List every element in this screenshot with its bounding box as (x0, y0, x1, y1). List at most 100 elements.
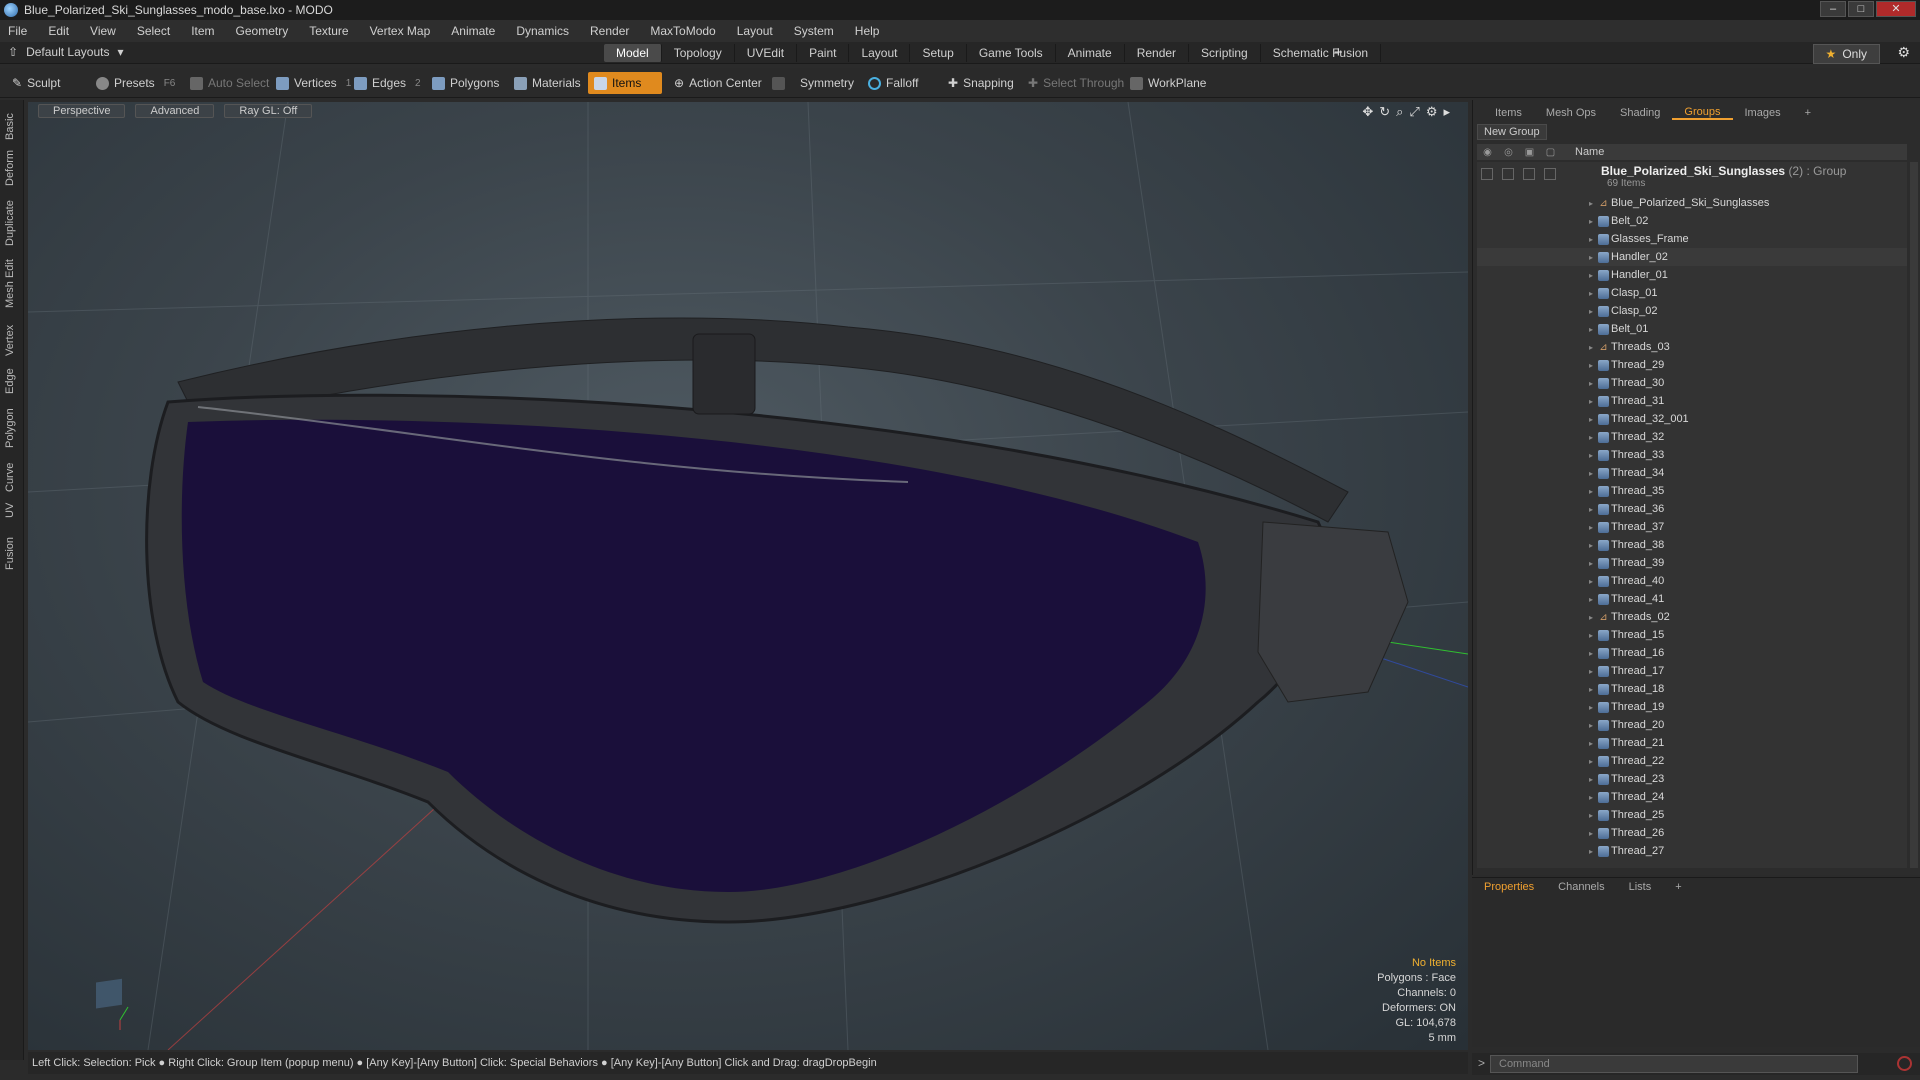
expand-arrow-icon[interactable]: ▸ (1589, 559, 1593, 568)
lock-column-icon[interactable]: ▣ (1519, 147, 1540, 158)
menu-layout[interactable]: Layout (737, 24, 773, 38)
auto-select-button[interactable]: Auto Select (184, 72, 275, 94)
list-item[interactable]: ▸ ⊿ Threads_03 (1477, 338, 1907, 356)
list-item[interactable]: ▸ Thread_23 (1477, 770, 1907, 788)
new-group-button[interactable]: New Group (1477, 124, 1547, 140)
falloff-button[interactable]: Falloff (862, 72, 924, 94)
list-item[interactable]: ▸ Thread_22 (1477, 752, 1907, 770)
left-tab-polygon[interactable]: Polygon (4, 408, 16, 448)
menu-edit[interactable]: Edit (48, 24, 69, 38)
list-item[interactable]: ▸ Thread_33 (1477, 446, 1907, 464)
tab-uvedit[interactable]: UVEdit (735, 44, 798, 62)
maximize-button[interactable]: □ (1848, 1, 1874, 17)
expand-arrow-icon[interactable]: ▸ (1589, 307, 1593, 316)
expand-arrow-icon[interactable]: ▸ (1589, 811, 1593, 820)
minimize-button[interactable]: – (1820, 1, 1846, 17)
expand-arrow-icon[interactable]: ▸ (1589, 235, 1593, 244)
add-properties-tab-icon[interactable]: + (1675, 881, 1681, 893)
expand-arrow-icon[interactable]: ▸ (1589, 775, 1593, 784)
menu-render[interactable]: Render (590, 24, 629, 38)
render-column-icon[interactable]: ◎ (1498, 147, 1519, 158)
expand-arrow-icon[interactable]: ▸ (1589, 703, 1593, 712)
list-item[interactable]: ▸ Thread_38 (1477, 536, 1907, 554)
menu-select[interactable]: Select (137, 24, 170, 38)
expand-arrow-icon[interactable]: ▸ (1589, 757, 1593, 766)
only-button[interactable]: ★ Only (1812, 44, 1880, 64)
menu-system[interactable]: System (794, 24, 834, 38)
menu-help[interactable]: Help (855, 24, 880, 38)
list-item[interactable]: ▸ Thread_24 (1477, 788, 1907, 806)
shading-dropdown[interactable]: Advanced (135, 104, 215, 118)
expand-arrow-icon[interactable]: ▸ (1589, 199, 1593, 208)
list-item[interactable]: ▸ Thread_41 (1477, 590, 1907, 608)
list-item[interactable]: ▸ Thread_35 (1477, 482, 1907, 500)
expand-arrow-icon[interactable]: ▸ (1589, 523, 1593, 532)
expand-arrow-icon[interactable]: ▸ (1589, 829, 1593, 838)
group-header-row[interactable]: Blue_Polarized_Ski_Sunglasses (2) : Grou… (1477, 162, 1907, 192)
list-scrollbar[interactable] (1910, 162, 1918, 868)
group-lock-toggle[interactable] (1523, 168, 1535, 180)
list-item[interactable]: ▸ Glasses_Frame (1477, 230, 1907, 248)
expand-arrow-icon[interactable]: ▸ (1589, 253, 1593, 262)
expand-arrow-icon[interactable]: ▸ (1589, 361, 1593, 370)
items-button[interactable]: Items (588, 72, 662, 94)
expand-arrow-icon[interactable]: ▸ (1589, 847, 1593, 856)
materials-button[interactable]: Materials (508, 72, 587, 94)
menu-dynamics[interactable]: Dynamics (516, 24, 569, 38)
expand-arrow-icon[interactable]: ▸ (1589, 397, 1593, 406)
list-item[interactable]: ▸ Clasp_01 (1477, 284, 1907, 302)
list-item[interactable]: ▸ Belt_01 (1477, 320, 1907, 338)
list-item[interactable]: ▸ Thread_16 (1477, 644, 1907, 662)
left-tab-fusion[interactable]: Fusion (4, 537, 16, 570)
gear-icon[interactable]: ⚙ (1897, 44, 1910, 61)
left-tab-curve[interactable]: Curve (4, 463, 16, 492)
tab-items[interactable]: Items (1483, 107, 1534, 119)
tab-scripting[interactable]: Scripting (1189, 44, 1261, 62)
more-arrow-icon[interactable]: ▸ (1443, 104, 1450, 120)
presets-button[interactable]: Presets F6 (90, 72, 181, 94)
expand-arrow-icon[interactable]: ▸ (1589, 343, 1593, 352)
expand-arrow-icon[interactable]: ▸ (1589, 739, 1593, 748)
expand-arrow-icon[interactable]: ▸ (1589, 217, 1593, 226)
list-item[interactable]: ▸ Thread_27 (1477, 842, 1907, 860)
record-icon[interactable] (1897, 1056, 1912, 1071)
workplane-button[interactable]: WorkPlane (1124, 72, 1212, 94)
expand-arrow-icon[interactable]: ▸ (1589, 595, 1593, 604)
close-button[interactable]: ✕ (1876, 1, 1916, 17)
command-input[interactable]: Command (1490, 1055, 1858, 1073)
list-item[interactable]: ▸ Handler_01 (1477, 266, 1907, 284)
symmetry-button[interactable]: Symmetry (766, 72, 860, 94)
tab-schematic-fusion[interactable]: Schematic Fusion (1261, 44, 1382, 62)
visibility-column-icon[interactable]: ◉ (1477, 147, 1498, 158)
expand-arrow-icon[interactable]: ▸ (1589, 487, 1593, 496)
view-mode-dropdown[interactable]: Perspective (38, 104, 126, 118)
list-item[interactable]: ▸ Thread_34 (1477, 464, 1907, 482)
expand-arrow-icon[interactable]: ▸ (1589, 379, 1593, 388)
menu-vertex-map[interactable]: Vertex Map (370, 24, 431, 38)
left-tab-basic[interactable]: Basic (4, 113, 16, 140)
menu-texture[interactable]: Texture (309, 24, 348, 38)
tab-render[interactable]: Render (1125, 44, 1190, 62)
select-column-icon[interactable]: ▢ (1540, 147, 1561, 158)
tab-layout[interactable]: Layout (849, 44, 911, 62)
list-item[interactable]: ▸ ⊿ Threads_02 (1477, 608, 1907, 626)
list-item[interactable]: ▸ Thread_25 (1477, 806, 1907, 824)
name-column-header[interactable]: Name (1575, 146, 1604, 158)
left-tab-uv[interactable]: UV (4, 503, 16, 518)
group-render-toggle[interactable] (1502, 168, 1514, 180)
list-item[interactable]: ▸ Thread_39 (1477, 554, 1907, 572)
select-through-button[interactable]: ✚ Select Through (1022, 72, 1130, 94)
edges-button[interactable]: Edges 2 (348, 72, 427, 94)
list-item[interactable]: ▸ Thread_29 (1477, 356, 1907, 374)
tab-setup[interactable]: Setup (910, 44, 967, 62)
list-item[interactable]: ▸ Thread_15 (1477, 626, 1907, 644)
add-tab-icon[interactable]: + (1334, 44, 1343, 61)
list-item[interactable]: ▸ Thread_26 (1477, 824, 1907, 842)
left-tab-deform[interactable]: Deform (4, 150, 16, 186)
zoom-icon[interactable]: ⌕ (1396, 104, 1403, 120)
expand-arrow-icon[interactable]: ▸ (1589, 289, 1593, 298)
3d-viewport[interactable]: Perspective Advanced Ray GL: Off ✥ ↻ ⌕ ⤢… (28, 102, 1468, 1050)
tab-game-tools[interactable]: Game Tools (967, 44, 1056, 62)
tab-mesh-ops[interactable]: Mesh Ops (1534, 107, 1608, 119)
tab-paint[interactable]: Paint (797, 44, 850, 62)
